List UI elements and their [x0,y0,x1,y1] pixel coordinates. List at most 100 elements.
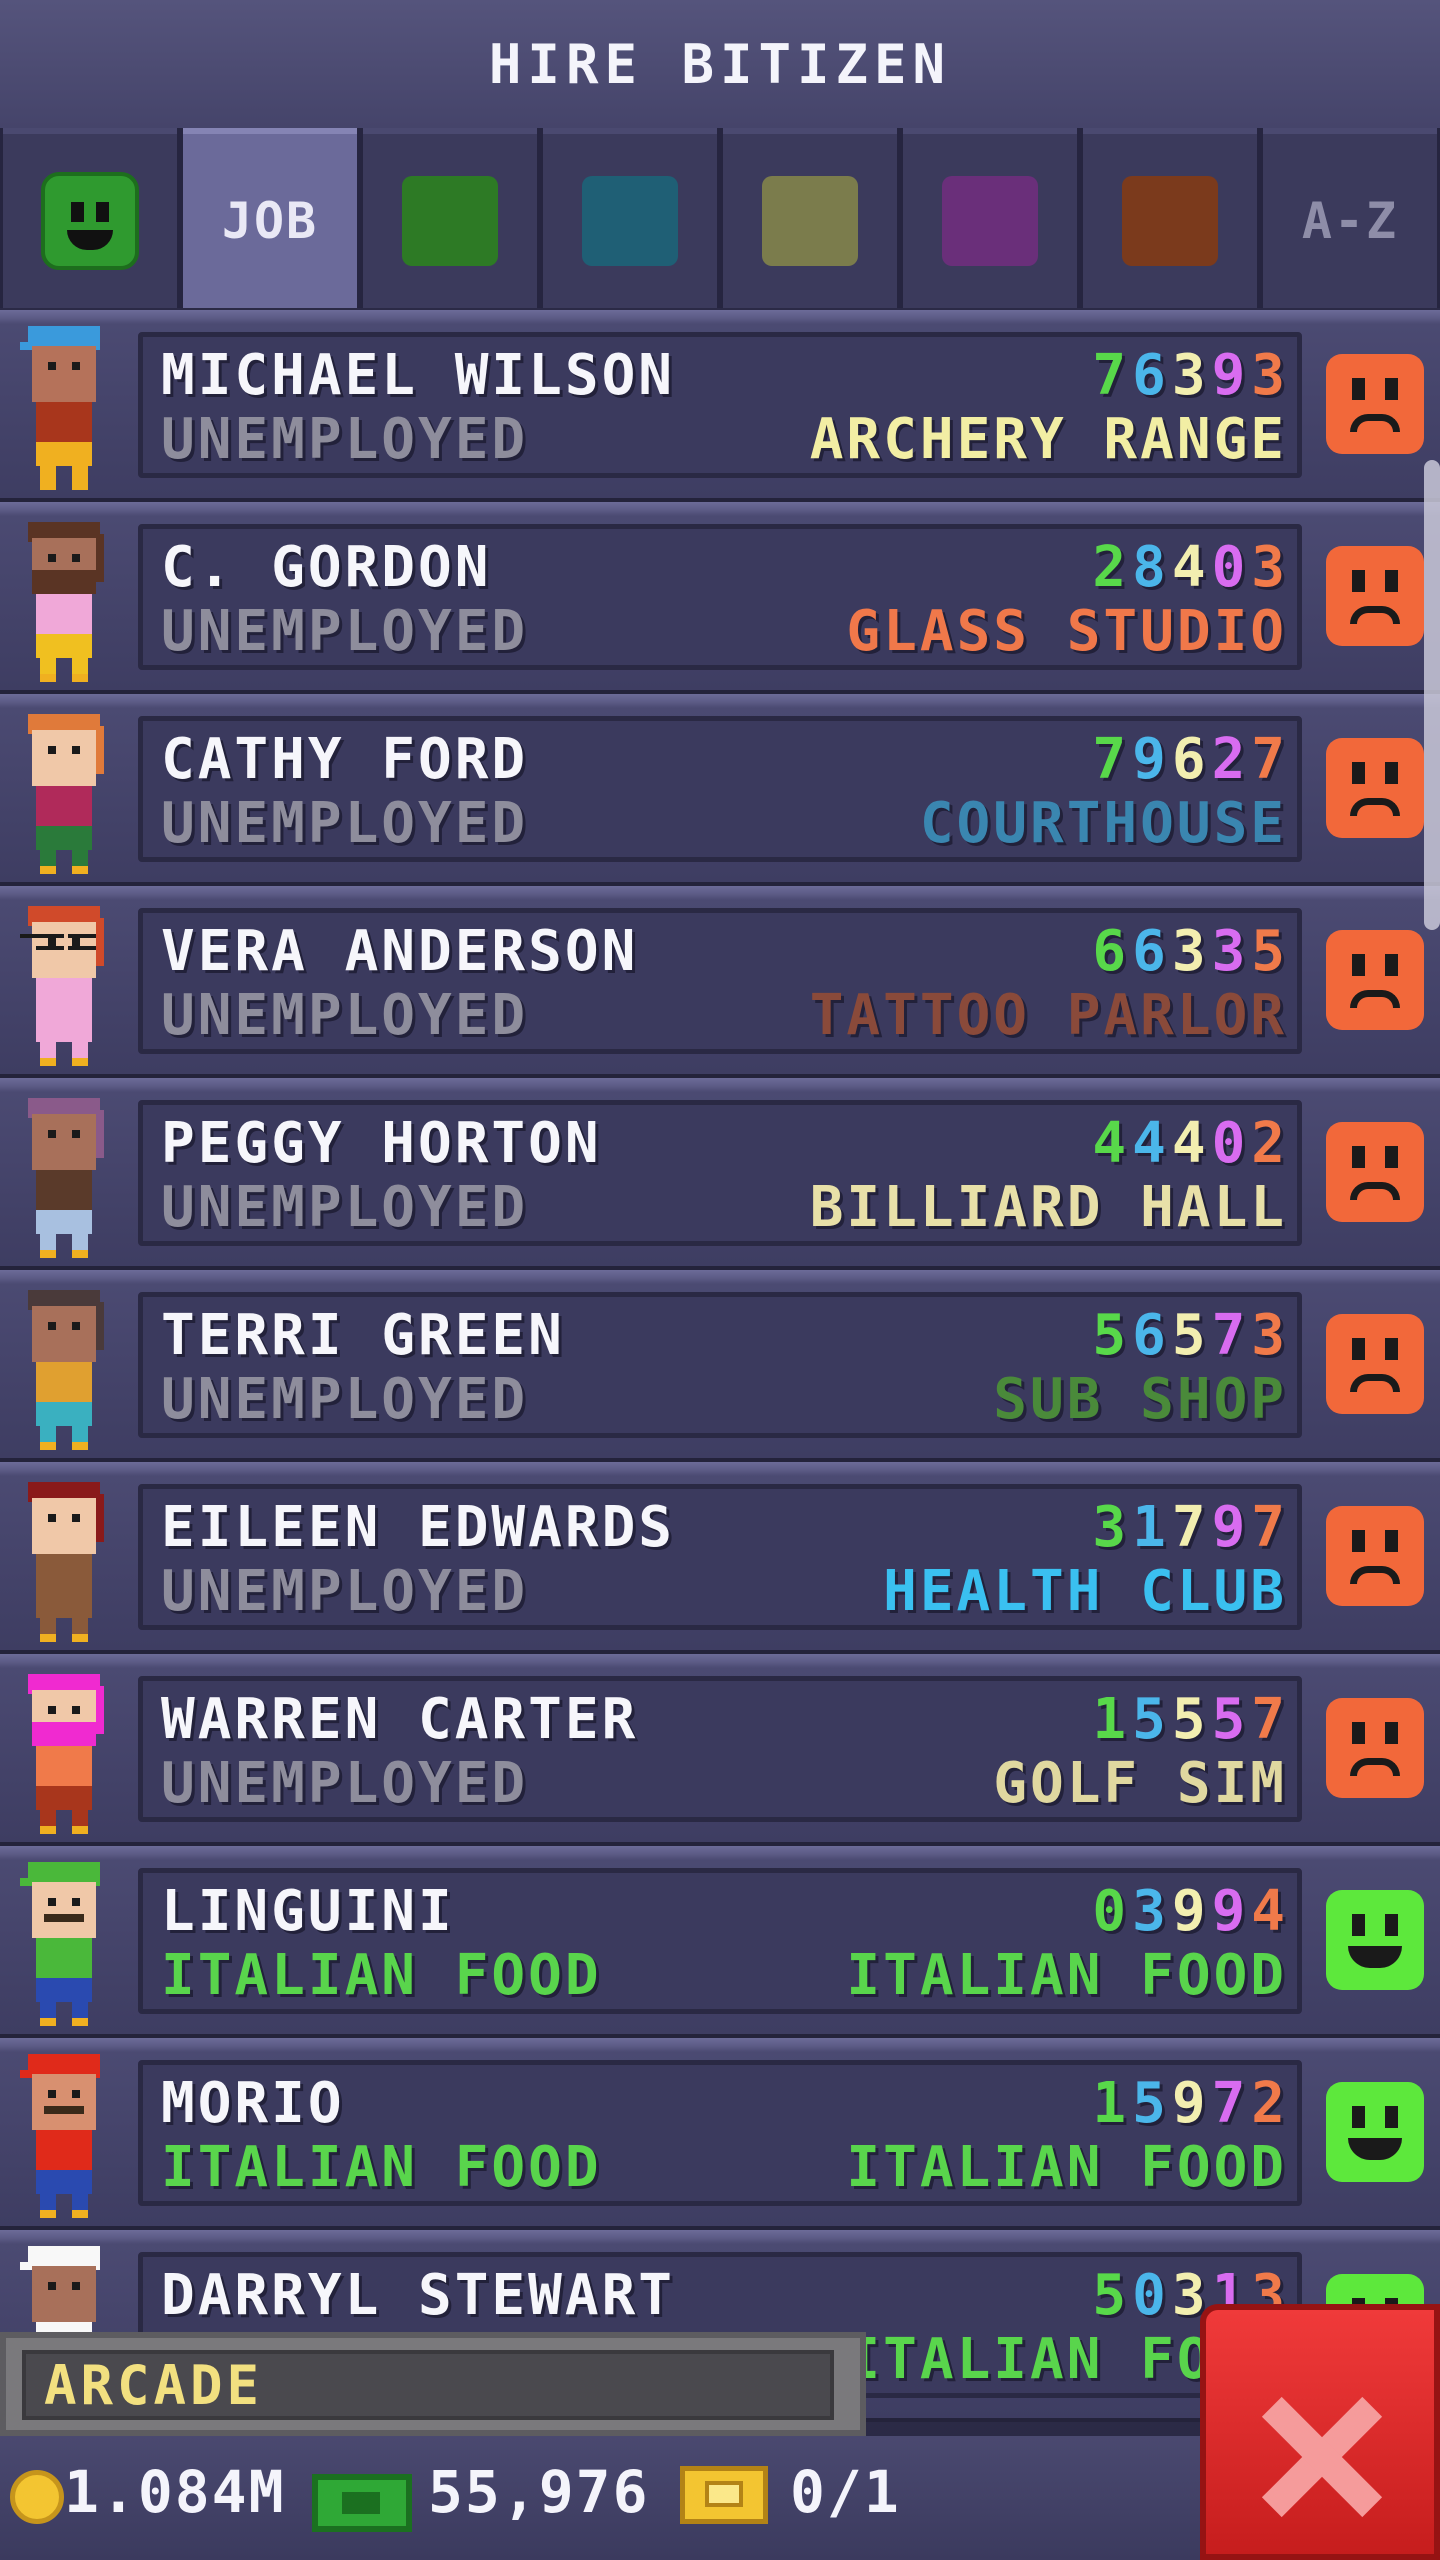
tab-swatch-5[interactable] [903,128,1077,308]
bitizen-avatar [12,318,124,494]
current-job: UNEMPLOYED [161,1559,529,1624]
skill-stats: 66335 [1092,919,1291,984]
close-button[interactable] [1200,2304,1440,2560]
skill-value: 7 [1251,1495,1291,1560]
skill-stats: 15972 [1092,2071,1291,2136]
bitizen-avatar [12,1662,124,1838]
skill-value: 3 [1132,1879,1172,1944]
current-job: ITALIAN FOOD [161,2135,602,2200]
bitizen-card[interactable]: VERA ANDERSON UNEMPLOYED 66335 TATTOO PARLO… [138,908,1302,1054]
bitizen-card[interactable]: EILEEN EDWARDS UNEMPLOYED 31797 HEALTH CLUB [138,1484,1302,1630]
skill-value: 6 [1132,343,1172,408]
skill-value: 5 [1251,919,1291,984]
tab-label: A-Z [1301,192,1399,250]
skill-value: 4 [1132,1111,1172,1176]
tab-swatch-3[interactable] [543,128,717,308]
list-item[interactable]: LINGUINI ITALIAN FOOD 03994 ITALIAN FOOD [0,1846,1440,2038]
bitizen-card[interactable]: MORIO ITALIAN FOOD 15972 ITALIAN FOOD [138,2060,1302,2206]
coins-amount: 1.084M [64,2458,286,2526]
skill-stats: 76393 [1092,343,1291,408]
building-name-box: ARCADE [22,2350,834,2420]
current-job: UNEMPLOYED [161,1175,529,1240]
bitizen-name: DARRYL STEWART [161,2263,676,2328]
bitizen-avatar [12,1470,124,1646]
dream-job: BILLIARD HALL [809,1175,1287,1240]
sad-face-icon [1326,738,1424,838]
skill-value: 3 [1211,919,1252,984]
skill-value: 3 [1251,1303,1291,1368]
skill-value: 5 [1092,2263,1133,2328]
skill-value: 1 [1092,1687,1133,1752]
bitizen-card[interactable]: PEGGY HORTON UNEMPLOYED 44402 BILLIARD HALL [138,1100,1302,1246]
skill-value: 3 [1251,535,1291,600]
dream-job: GOLF SIM [993,1751,1287,1816]
bitizen-name: EILEEN EDWARDS [161,1495,676,1560]
close-icon [1256,2392,1386,2522]
tab-swatch-4[interactable] [723,128,897,308]
skill-value: 2 [1251,2071,1291,2136]
bux-icon [312,2474,412,2532]
skill-value: 9 [1171,1879,1212,1944]
list-item[interactable]: TERRI GREEN UNEMPLOYED 56573 SUB SHOP [0,1270,1440,1462]
bitizen-name: WARREN CARTER [161,1687,639,1752]
skill-value: 2 [1211,727,1252,792]
skill-value: 5 [1211,1687,1252,1752]
bitizen-avatar [12,1086,124,1262]
skill-value: 0 [1132,2263,1172,2328]
scrollbar[interactable] [1424,460,1440,930]
bitizen-card[interactable]: WARREN CARTER UNEMPLOYED 15557 GOLF SIM [138,1676,1302,1822]
list-item[interactable]: C. GORDON UNEMPLOYED 28403 GLASS STUDIO [0,502,1440,694]
skill-value: 7 [1092,727,1133,792]
sad-face-icon [1326,546,1424,646]
category-color-swatch [942,176,1038,266]
list-item[interactable]: EILEEN EDWARDS UNEMPLOYED 31797 HEALTH CLUB [0,1462,1440,1654]
skill-stats: 15557 [1092,1687,1291,1752]
skill-value: 9 [1171,2071,1212,2136]
current-job: UNEMPLOYED [161,1367,529,1432]
list-item[interactable]: CATHY FORD UNEMPLOYED 79627 COURTHOUSE [0,694,1440,886]
bitizen-name: CATHY FORD [161,727,529,792]
bitizen-card[interactable]: CATHY FORD UNEMPLOYED 79627 COURTHOUSE [138,716,1302,862]
skill-value: 7 [1211,2071,1252,2136]
list-item[interactable]: WARREN CARTER UNEMPLOYED 15557 GOLF SIM [0,1654,1440,1846]
bitizen-card[interactable]: C. GORDON UNEMPLOYED 28403 GLASS STUDIO [138,524,1302,670]
skill-value: 7 [1171,1495,1212,1560]
sad-face-icon [1326,1506,1424,1606]
current-job: UNEMPLOYED [161,983,529,1048]
skill-stats: 56573 [1092,1303,1291,1368]
tab-swatch-2[interactable] [363,128,537,308]
category-color-swatch [582,176,678,266]
bitizen-avatar [12,1854,124,2030]
tab-job[interactable]: JOB [183,128,357,308]
vip-count: 0/1 [790,2458,901,2526]
list-item[interactable]: MICHAEL WILSON UNEMPLOYED 76393 ARCHERY RAN… [0,310,1440,502]
page-title: HIRE BITIZEN [488,32,952,96]
skill-value: 6 [1132,919,1172,984]
skill-stats: 31797 [1092,1495,1291,1560]
current-job: UNEMPLOYED [161,791,529,856]
skill-value: 0 [1211,1111,1252,1176]
bitizen-card[interactable]: LINGUINI ITALIAN FOOD 03994 ITALIAN FOOD [138,1868,1302,2014]
skill-value: 5 [1171,1687,1212,1752]
list-item[interactable]: PEGGY HORTON UNEMPLOYED 44402 BILLIARD HALL [0,1078,1440,1270]
bitizen-name: MICHAEL WILSON [161,343,676,408]
category-color-swatch [1122,176,1218,266]
tab-a-z[interactable]: A-Z [1263,128,1437,308]
skill-value: 3 [1092,1495,1133,1560]
skill-stats: 79627 [1092,727,1291,792]
bitizen-card[interactable]: MICHAEL WILSON UNEMPLOYED 76393 ARCHERY RAN… [138,332,1302,478]
skill-value: 5 [1092,1303,1133,1368]
list-item[interactable]: VERA ANDERSON UNEMPLOYED 66335 TATTOO PARLO… [0,886,1440,1078]
sad-face-icon [1326,930,1424,1030]
current-job: ITALIAN FOOD [161,1943,602,2008]
skill-value: 6 [1092,919,1133,984]
happy-face-icon [1326,2082,1424,2182]
tab-swatch-6[interactable] [1083,128,1257,308]
dream-job: TATTOO PARLOR [809,983,1287,1048]
list-item[interactable]: MORIO ITALIAN FOOD 15972 ITALIAN FOOD [0,2038,1440,2230]
skill-stats: 03994 [1092,1879,1291,1944]
bitizen-name: PEGGY HORTON [161,1111,602,1176]
tab-smiley-0[interactable] [3,128,177,308]
skill-value: 0 [1211,535,1252,600]
bitizen-card[interactable]: TERRI GREEN UNEMPLOYED 56573 SUB SHOP [138,1292,1302,1438]
